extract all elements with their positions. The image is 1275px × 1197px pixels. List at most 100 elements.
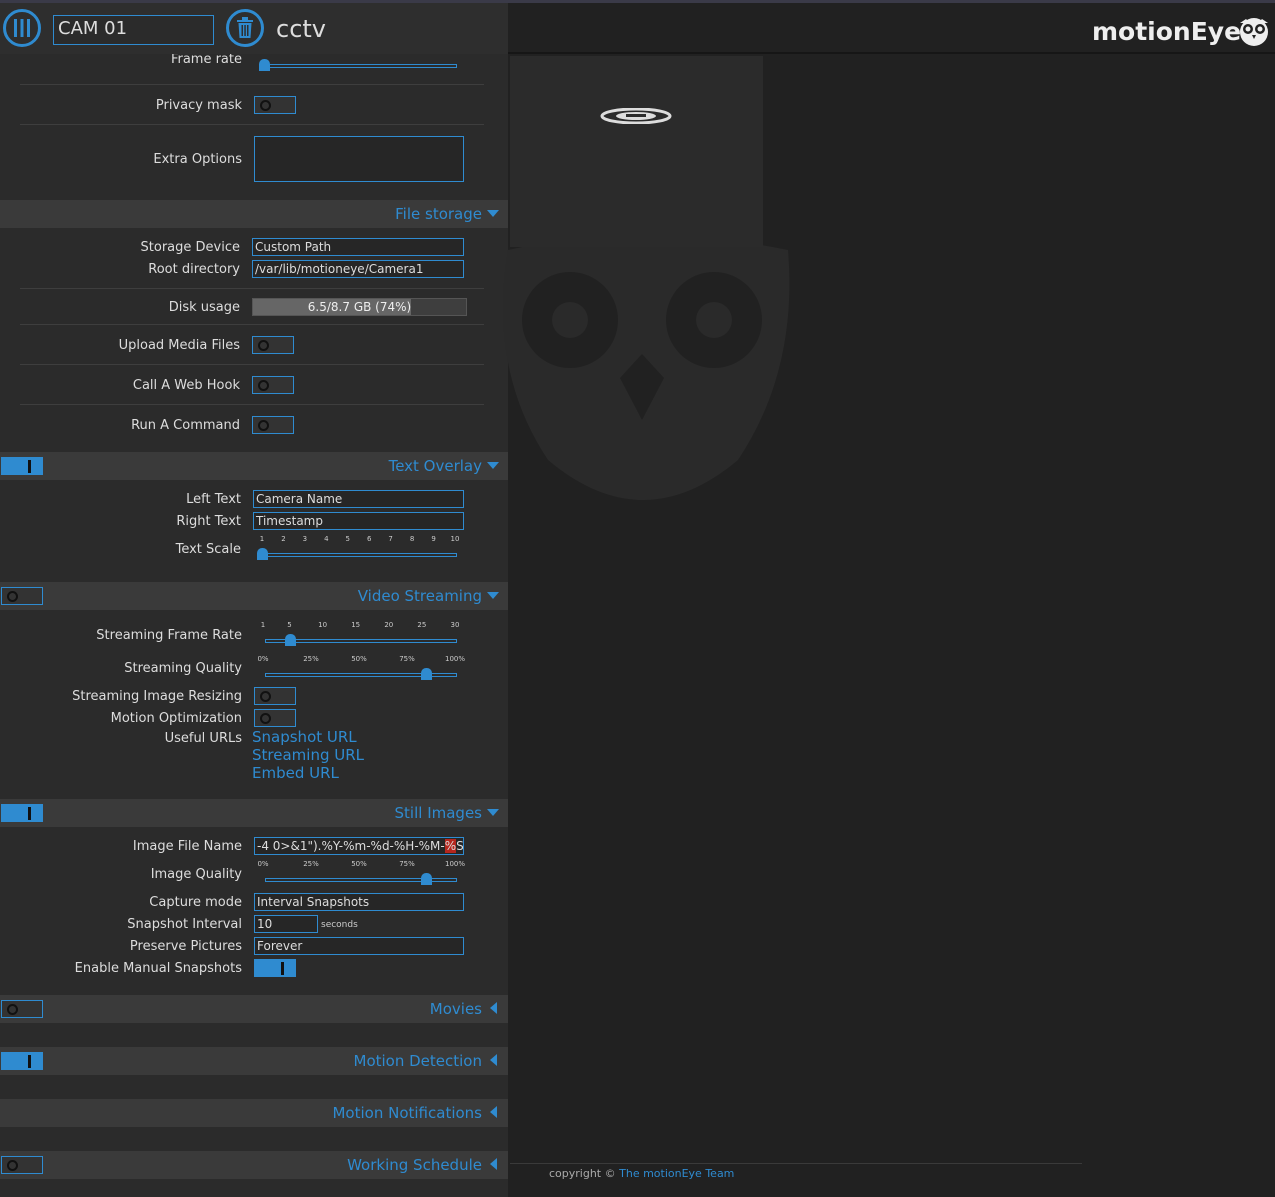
- useful-urls-label: Useful URLs: [164, 731, 242, 746]
- snapshot-interval-input[interactable]: 10: [254, 915, 318, 933]
- brand-logo-text: motionEye: [1092, 17, 1242, 46]
- section-title: Motion Detection: [353, 1052, 483, 1070]
- video-streaming-toggle[interactable]: [1, 587, 43, 605]
- top-bar: CAM 01 cctv motionEye: [0, 0, 1275, 54]
- file-name-highlight: %: [444, 839, 457, 853]
- remove-camera-button[interactable]: [226, 9, 264, 47]
- section-title: File storage: [395, 205, 482, 223]
- slider-tick-label: 20: [384, 621, 394, 629]
- section-header-movies[interactable]: Movies: [0, 995, 508, 1023]
- streaming-quality-slider-handle[interactable]: [421, 668, 432, 680]
- slider-tick-label: 1: [259, 535, 265, 543]
- disk-usage-label: Disk usage: [168, 300, 240, 315]
- section-header-motion-detection[interactable]: Motion Detection: [0, 1047, 508, 1075]
- slider-tick-label: 6: [366, 535, 372, 543]
- preserve-pictures-select[interactable]: Forever: [254, 937, 464, 955]
- section-title: Still Images: [394, 804, 482, 822]
- streaming-url-link[interactable]: Streaming URL: [252, 746, 364, 764]
- slider-tick-label: 10: [318, 621, 328, 629]
- camera-select[interactable]: CAM 01: [53, 15, 214, 45]
- disk-usage-text: 6.5/8.7 GB (74%): [307, 300, 412, 314]
- motion-detection-toggle[interactable]: [1, 1052, 43, 1070]
- section-title: Motion Notifications: [332, 1104, 482, 1122]
- text-scale-slider-handle[interactable]: [257, 548, 268, 560]
- image-quality-slider-handle[interactable]: [421, 873, 432, 885]
- movies-toggle[interactable]: [1, 1000, 43, 1018]
- web-hook-label: Call A Web Hook: [132, 378, 240, 393]
- extra-options-textarea[interactable]: [254, 136, 464, 182]
- section-header-video-streaming[interactable]: Video Streaming: [0, 582, 508, 610]
- streaming-resizing-toggle[interactable]: [254, 687, 296, 705]
- motion-optimization-toggle[interactable]: [254, 709, 296, 727]
- settings-menu-button[interactable]: [3, 9, 41, 47]
- slider-tick-label: 4: [324, 535, 329, 543]
- run-command-label: Run A Command: [131, 418, 240, 433]
- section-header-motion-notifications[interactable]: Motion Notifications: [0, 1099, 508, 1127]
- trash-icon: [237, 17, 253, 38]
- section-header-text-overlay[interactable]: Text Overlay: [0, 452, 508, 480]
- left-text-label: Left Text: [186, 492, 241, 507]
- image-file-name-input[interactable]: -4 0>&1").%Y-%m-%d-%H-%M-%S: [254, 837, 464, 855]
- left-text-select[interactable]: Camera Name: [253, 490, 464, 508]
- web-hook-toggle[interactable]: [252, 376, 294, 394]
- text-scale-label: Text Scale: [175, 542, 241, 557]
- divider: [20, 404, 484, 405]
- camera-name-title: cctv: [276, 15, 327, 43]
- privacy-mask-toggle[interactable]: [254, 96, 296, 114]
- upload-media-toggle[interactable]: [252, 336, 294, 354]
- right-text-select[interactable]: Timestamp: [253, 512, 464, 530]
- footer-divider: [510, 1163, 1082, 1164]
- disk-usage-bar: 6.5/8.7 GB (74%): [252, 298, 467, 316]
- divider: [20, 364, 484, 365]
- slider-tick-label: 9: [431, 535, 436, 543]
- collapse-arrow-icon: [490, 1158, 497, 1170]
- root-directory-input[interactable]: /var/lib/motioneye/Camera1: [252, 260, 464, 278]
- slider-tick-label: 15: [351, 621, 361, 629]
- manual-snapshots-label: Enable Manual Snapshots: [74, 961, 242, 976]
- collapse-arrow-icon: [490, 1054, 497, 1066]
- frame-rate-slider[interactable]: [265, 64, 457, 68]
- image-quality-label: Image Quality: [150, 867, 242, 882]
- motioneye-team-link[interactable]: The motionEye Team: [619, 1167, 734, 1180]
- slider-tick-label: 75%: [399, 860, 415, 868]
- divider: [20, 124, 484, 125]
- camera-preview-frame[interactable]: [510, 56, 763, 247]
- image-file-name-label: Image File Name: [132, 839, 242, 854]
- slider-tick-label: 8: [409, 535, 415, 543]
- frame-rate-label: Frame rate: [170, 54, 242, 67]
- text-overlay-toggle[interactable]: [1, 457, 43, 475]
- slider-tick-label: 30: [450, 621, 460, 629]
- section-header-file-storage[interactable]: File storage: [0, 200, 508, 228]
- still-images-toggle[interactable]: [1, 804, 43, 822]
- slider-tick-label: 0%: [257, 655, 269, 663]
- section-header-working-schedule[interactable]: Working Schedule: [0, 1151, 508, 1179]
- owl-watermark-icon: [503, 235, 790, 500]
- section-title: Working Schedule: [347, 1156, 482, 1174]
- privacy-mask-label: Privacy mask: [155, 98, 242, 113]
- frame-rate-slider-handle[interactable]: [259, 59, 270, 71]
- capture-mode-select[interactable]: Interval Snapshots: [254, 893, 464, 911]
- snapshot-url-link[interactable]: Snapshot URL: [252, 728, 357, 746]
- embed-url-link[interactable]: Embed URL: [252, 764, 339, 782]
- section-title: Movies: [429, 1000, 482, 1018]
- slider-tick-label: 5: [345, 535, 350, 543]
- upload-media-label: Upload Media Files: [118, 338, 240, 353]
- slider-tick-label: 50%: [351, 655, 367, 663]
- section-title: Text Overlay: [388, 457, 482, 475]
- section-header-still-images[interactable]: Still Images: [0, 799, 508, 827]
- columns-icon: [14, 19, 30, 37]
- collapse-arrow-icon: [490, 1002, 497, 1014]
- streaming-frame-rate-slider-handle[interactable]: [285, 634, 296, 646]
- slider-tick-label: 5: [287, 621, 292, 629]
- owl-logo-icon: [1240, 18, 1268, 46]
- working-schedule-toggle[interactable]: [1, 1156, 43, 1174]
- run-command-toggle[interactable]: [252, 416, 294, 434]
- text-scale-slider[interactable]: [262, 553, 457, 557]
- manual-snapshots-toggle[interactable]: [254, 959, 296, 977]
- slider-tick-label: 1: [260, 621, 266, 629]
- slider-tick-label: 2: [281, 535, 286, 543]
- streaming-frame-rate-label: Streaming Frame Rate: [96, 628, 242, 643]
- streaming-quality-label: Streaming Quality: [124, 661, 242, 676]
- storage-device-select[interactable]: Custom Path: [252, 238, 464, 256]
- interval-unit-label: seconds: [321, 920, 358, 930]
